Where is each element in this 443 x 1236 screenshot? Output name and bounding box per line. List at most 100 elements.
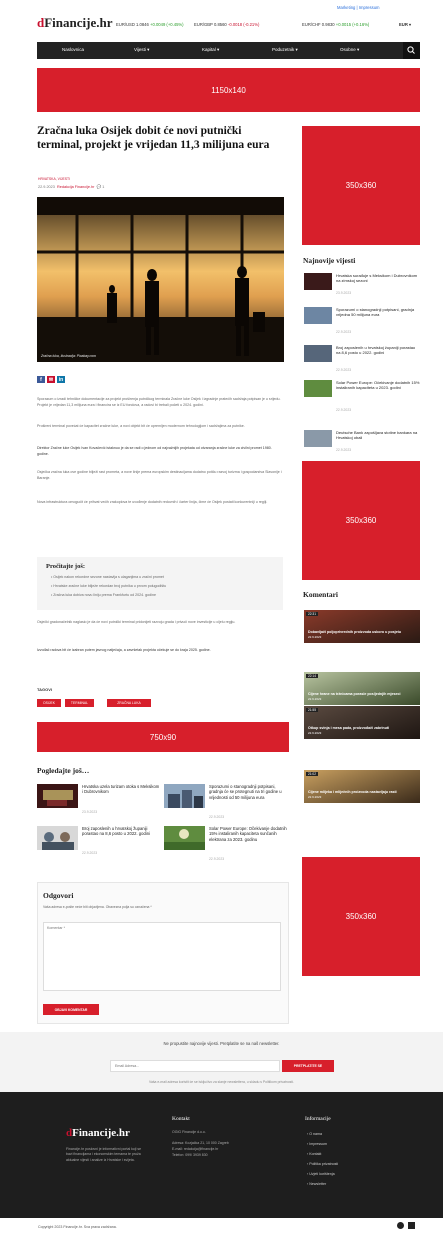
news-date: 22.9.2023 (336, 368, 352, 372)
comment-item[interactable]: 21:55 Otkup svinja i mesa pada, proizvođ… (304, 706, 420, 739)
share-linkedin-button[interactable]: in (57, 376, 65, 383)
tag[interactable]: TERMINAL (65, 699, 94, 707)
comment-time: 22:14 (306, 674, 318, 678)
related-heading: Pogledajte još… (37, 766, 90, 775)
news-item[interactable]: Sporazumi o stanogradnji potpisani, grad… (304, 307, 420, 334)
article-paragraph: Nova infrastruktura omogućit će prihvat … (37, 500, 268, 504)
related-title: Hrvatska uzela turizam otoka s Meksikom … (82, 784, 160, 795)
article-paragraph: Direktor Zračne luke Osijek Ivan Kovačev… (37, 446, 272, 456)
article-paragraph: Izvođač radova bit će izabran putem javn… (37, 648, 211, 652)
ad-banner-mid[interactable]: 750x90 (37, 722, 289, 752)
top-links[interactable]: Marketing | Impressum (337, 5, 380, 10)
footer-link[interactable]: › Uvjeti korištenja (307, 1172, 335, 1176)
read-more-link[interactable]: • Hrvatske zračne luke bilježe rekordan … (51, 584, 271, 590)
comment-time: 21:02 (306, 772, 318, 776)
read-more-title: Pročitajte još: (46, 563, 86, 570)
ticker-3: EUR/CHF 0.9830 +0.0015 (+0.16%) (302, 22, 370, 27)
ad-sidebar-2[interactable]: 350x360 (302, 461, 420, 580)
search-icon (407, 46, 415, 54)
article-category[interactable]: HRVATSKA, VIJESTI (38, 177, 70, 181)
thumbnail (37, 784, 78, 808)
footer-link[interactable]: › Kontakt (307, 1152, 321, 1156)
read-more-box: Pročitajte još: • Osijek nakon rekordne … (37, 557, 283, 610)
news-item[interactable]: Solar Power Europe: Očekivanje dodatnih … (304, 380, 420, 412)
submit-comment-button[interactable]: OBJAVI KOMENTAR (43, 1004, 99, 1015)
ad-banner-top[interactable]: 1150x140 (37, 68, 420, 112)
footer: dFinancije.hr Financije.hr poslovni je i… (0, 1092, 443, 1218)
nav-item-entrepreneur[interactable]: Poduzetnik ▾ (272, 47, 298, 53)
footer-link[interactable]: › O nama (307, 1132, 322, 1136)
footer-logo[interactable]: dFinancije.hr (66, 1127, 130, 1139)
news-title: Solar Power Europe: Očekivanje dodatnih … (336, 380, 420, 391)
read-more-link[interactable]: • Osijek nakon rekordne sezone nastavlja… (51, 575, 271, 581)
mail-icon: ✉ (48, 376, 54, 383)
related-title: Solar Power Europe: Očekivanje dodatnih … (209, 826, 287, 842)
top-bar: Marketing | Impressum dFinancije.hr EUR/… (0, 0, 443, 40)
share-email-button[interactable]: ✉ (47, 376, 55, 383)
tags-label: TAGOVI (37, 687, 53, 692)
ad-sidebar-3[interactable]: 350x360 (302, 857, 420, 976)
news-item[interactable]: Hrvatska surađuje s Meksikom i Dubrovnik… (304, 273, 420, 299)
footer-link[interactable]: › Impressum (307, 1142, 327, 1146)
related-date: 22.9.2023 (82, 851, 98, 855)
news-item[interactable]: Broj zaposlenih u hrvatskoj županiji por… (304, 345, 420, 372)
article-paragraph: Sporazum o izradi tehničke dokumentacije… (37, 397, 281, 407)
language-select[interactable]: EUR ▾ (399, 22, 411, 27)
news-title: Hrvatska surađuje s Meksikom i Dubrovnik… (336, 273, 418, 284)
news-title: Broj zaposlenih u hrvatskoj županiji por… (336, 345, 416, 356)
news-date: 23.9.2023 (336, 291, 352, 295)
read-more-link[interactable]: • Zračna luka dobiva novu liniju prema F… (51, 593, 271, 599)
reply-heading: Odgovori (43, 891, 74, 900)
reply-note: Vaša adresa e-pošte neće biti objavljena… (43, 905, 152, 909)
news-date: 22.9.2023 (336, 448, 352, 452)
ad-sidebar-1[interactable]: 350x360 (302, 126, 420, 245)
thumbnail (304, 430, 332, 447)
logo-text: Financije.hr (44, 15, 113, 30)
linkedin-icon[interactable] (408, 1222, 415, 1229)
footer-contact-line: Adresa: Kozjačka 21, 10 000 Zagreb (172, 1141, 229, 1145)
thumbnail (304, 307, 332, 324)
nav-item-capital[interactable]: Kapital ▾ (202, 47, 219, 53)
facebook-icon[interactable] (397, 1222, 404, 1229)
tag[interactable]: OSIJEK (37, 699, 61, 707)
newsletter-text: Ne propustite najnovije vijesti. Pretpla… (163, 1041, 280, 1046)
footer-link[interactable]: › Newsletter (307, 1182, 326, 1186)
related-item[interactable]: Broj zaposlenih u hrvatskoj županiji por… (37, 826, 159, 862)
bottom-bar: Copyright 2023 Financije.hr. Sva prava z… (0, 1218, 443, 1236)
news-item[interactable]: Deutsche Bank zapošljava stotine bankara… (304, 430, 420, 456)
nav-item-home[interactable]: Naslovnica (62, 47, 84, 52)
comment-item[interactable]: 21:02 Cijene mlijeka i mliječnih proizvo… (304, 770, 420, 803)
nav-item-news[interactable]: Vijesti ▾ (134, 47, 149, 53)
share-facebook-button[interactable]: f (37, 376, 45, 383)
thumbnail (164, 784, 205, 808)
main-nav (37, 42, 420, 59)
footer-link[interactable]: › Politika privatnosti (307, 1162, 338, 1166)
related-item[interactable]: Hrvatska uzela turizam otoka s Meksikom … (37, 784, 159, 820)
linkedin-icon: in (58, 376, 64, 383)
footer-contact-line: Telefon: 099/ 3939 830 (172, 1153, 208, 1157)
subscribe-button[interactable]: PRETPLATITE SE (282, 1060, 334, 1072)
related-title: Broj zaposlenih u hrvatskoj županiji por… (82, 826, 150, 837)
comment-textarea[interactable] (43, 922, 281, 991)
footer-contact-line[interactable]: E-mail: redakcija@financije.hr (172, 1147, 218, 1152)
latest-news-heading: Najnovije vijesti (303, 256, 356, 265)
copyright: Copyright 2023 Financije.hr. Sva prava z… (38, 1225, 117, 1229)
tag[interactable]: ZRAČNA LUKA (107, 699, 151, 707)
comment-title: Dobavljači poljoprivrednih proizvoda usk… (308, 630, 402, 639)
search-button[interactable] (403, 42, 420, 59)
footer-contact-heading: Kontakt (172, 1116, 190, 1122)
related-item[interactable]: Sporazumi o stanogradnji potpisani, grad… (164, 784, 286, 820)
related-item[interactable]: Solar Power Europe: Očekivanje dodatnih … (164, 826, 287, 862)
nav-item-personal[interactable]: Osobne ▾ (340, 47, 359, 53)
article-author[interactable]: Redakcija Financije.hr (57, 185, 94, 189)
site-logo[interactable]: dFinancije.hr (37, 15, 112, 31)
image-caption: Zračna luka, Ilustracija: Pixabay.com (41, 354, 96, 358)
newsletter-email-input[interactable] (110, 1060, 280, 1072)
footer-contact-line: OGIG Financije d.o.o. (172, 1130, 206, 1134)
thumbnail (37, 826, 78, 850)
comment-item[interactable]: 22:31 Dobavljači poljoprivrednih proizvo… (304, 610, 420, 643)
related-date: 22.9.2023 (209, 857, 225, 861)
news-title: Deutsche Bank zapošljava stotine bankara… (336, 430, 418, 441)
reply-box: Odgovori Vaša adresa e-pošte neće biti o… (37, 882, 289, 1024)
comment-item[interactable]: 22:14 Cijene hrane na tržnicama porasle … (304, 672, 420, 705)
